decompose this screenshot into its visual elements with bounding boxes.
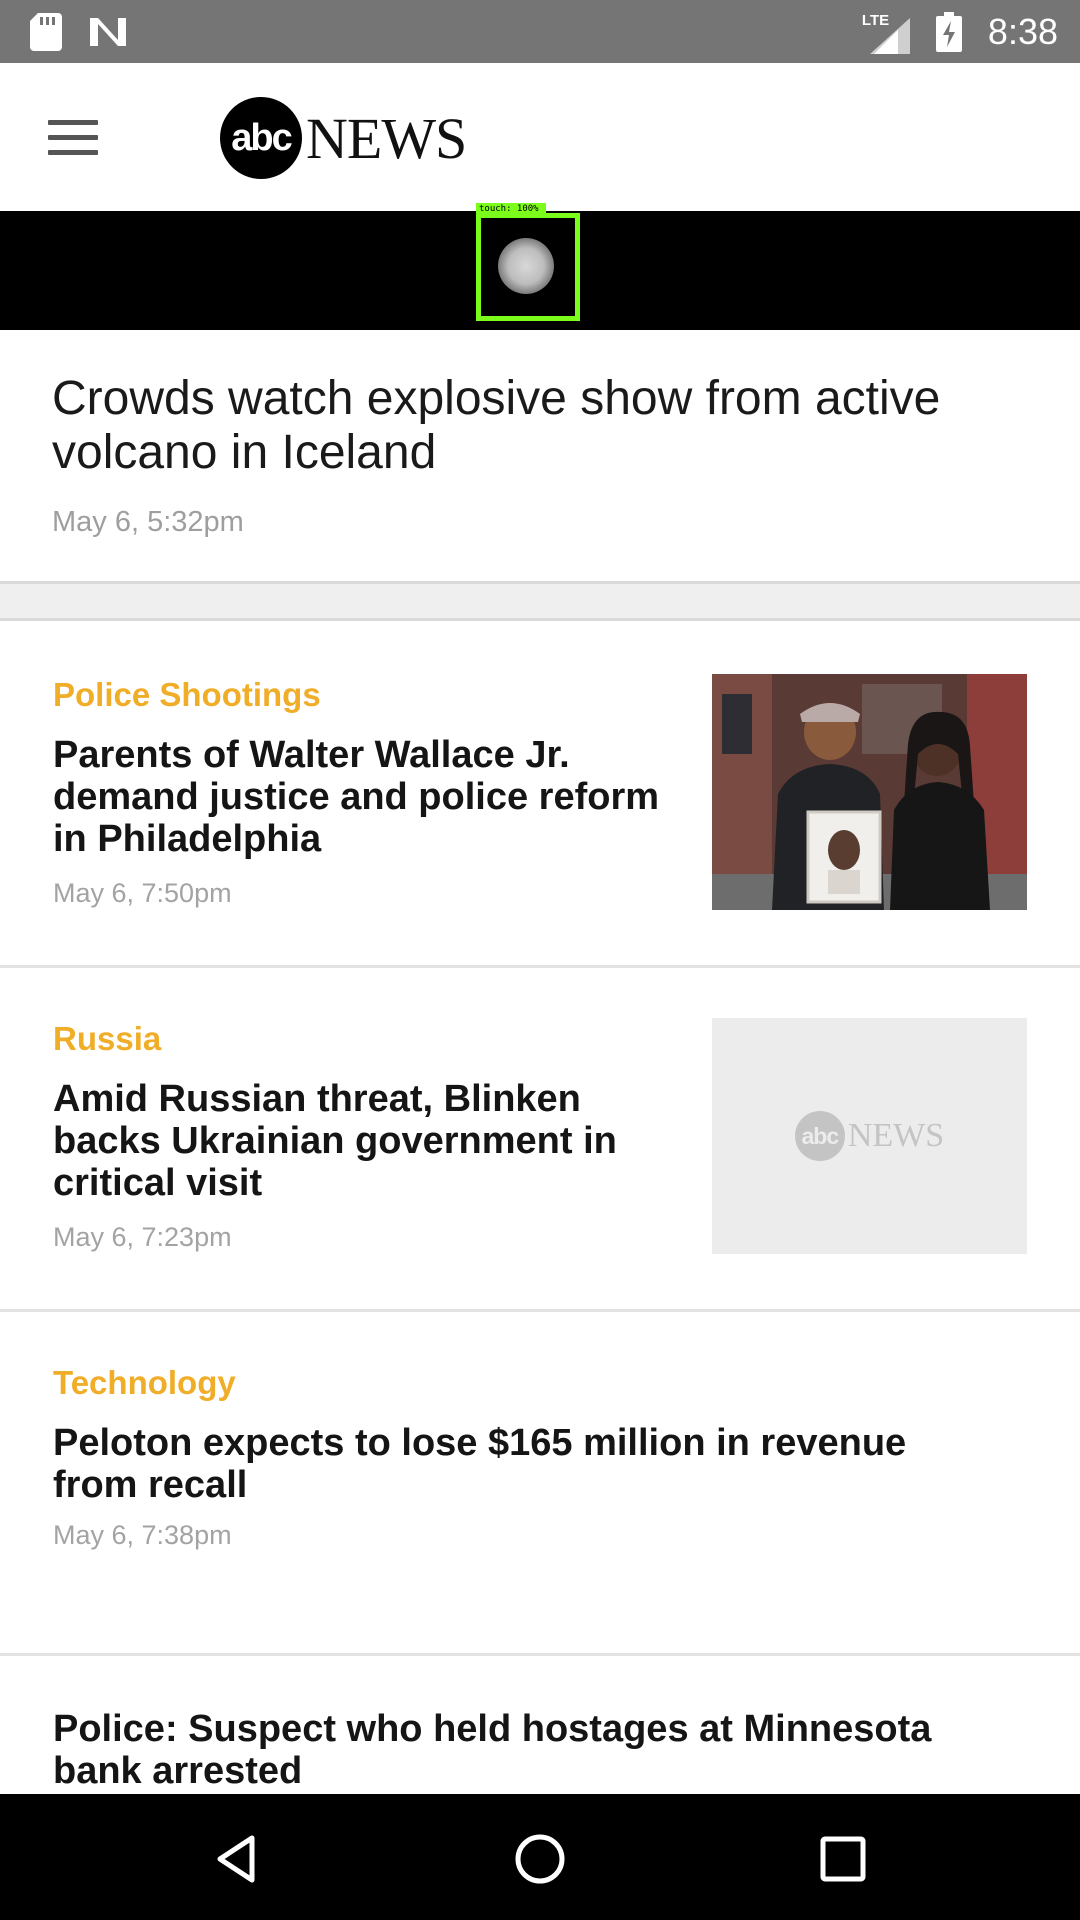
story-title: Amid Russian threat, Blinken backs Ukrai… [53,1078,617,1204]
story-category[interactable]: Police Shootings [53,676,321,714]
placeholder-logo-wordmark: NEWS [847,1117,945,1154]
story-timestamp: May 6, 7:50pm [53,878,232,908]
story-timestamp: May 6, 7:23pm [53,1222,232,1252]
system-navigation-bar [0,1794,1080,1920]
story-card[interactable]: Police Shootings Parents of Walter Walla… [0,624,1080,968]
story-title: Peloton expects to lose $165 million in … [53,1422,907,1506]
battery-charging-icon [935,11,962,52]
story-category[interactable]: Technology [53,1364,236,1402]
logo-wordmark: NEWS [306,105,467,171]
notification-n-icon [90,17,126,46]
story-card[interactable]: Russia Amid Russian threat, Blinken back… [0,968,1080,1312]
status-clock: 8:38 [987,10,1058,52]
back-icon[interactable] [210,1832,264,1886]
abc-news-logo: abc NEWS [220,96,467,180]
sd-card-icon [30,12,62,51]
app-bar: abc NEWS [0,63,1080,211]
placeholder-logo-circle: abc [794,1111,845,1161]
headline-title: Crowds watch explosive show from active … [52,372,941,479]
hamburger-icon-line [48,149,98,155]
section-divider [0,584,1080,621]
hamburger-icon-line [48,134,98,140]
story-card[interactable]: Technology Peloton expects to lose $165 … [0,1312,1080,1656]
story-title: Parents of Walter Wallace Jr. demand jus… [53,734,660,860]
story-photo [712,674,1027,910]
headline-story[interactable]: Crowds watch explosive show from active … [0,330,1080,584]
touch-point-icon [498,238,554,294]
story-timestamp: May 6, 7:38pm [53,1520,232,1550]
logo-circle: abc [220,97,302,179]
status-bar: LTE 8:38 [0,0,1080,63]
story-thumbnail-placeholder[interactable]: abc NEWS [712,1018,1027,1254]
story-category[interactable]: Russia [53,1020,161,1058]
recent-apps-icon[interactable] [816,1832,870,1886]
home-icon[interactable] [513,1832,567,1886]
menu-button[interactable] [40,107,106,167]
story-card[interactable]: Police: Suspect who held hostages at Min… [0,1656,1080,1794]
story-title: Police: Suspect who held hostages at Min… [53,1708,932,1792]
signal-lte-icon: LTE [862,10,910,54]
story-thumbnail[interactable] [712,674,1027,910]
hamburger-icon-line [48,119,98,125]
headline-timestamp: May 6, 5:32pm [52,506,244,538]
